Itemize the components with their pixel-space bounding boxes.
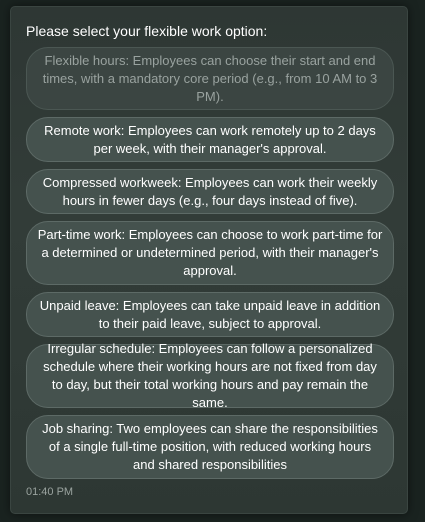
option-flexible-hours: Flexible hours: Employees can choose the… bbox=[26, 47, 394, 110]
option-job-sharing[interactable]: Job sharing: Two employees can share the… bbox=[26, 415, 394, 479]
option-remote-work[interactable]: Remote work: Employees can work remotely… bbox=[26, 117, 394, 162]
option-compressed-workweek[interactable]: Compressed workweek: Employees can work … bbox=[26, 169, 394, 214]
message-card: Please select your flexible work option:… bbox=[10, 6, 408, 514]
option-unpaid-leave[interactable]: Unpaid leave: Employees can take unpaid … bbox=[26, 292, 394, 337]
option-irregular-schedule[interactable]: Irregular schedule: Employees can follow… bbox=[26, 341, 394, 410]
option-part-time-work[interactable]: Part-time work: Employees can choose to … bbox=[26, 221, 394, 285]
message-timestamp: 01:40 PM bbox=[26, 486, 74, 498]
prompt-text: Please select your flexible work option: bbox=[26, 23, 268, 39]
